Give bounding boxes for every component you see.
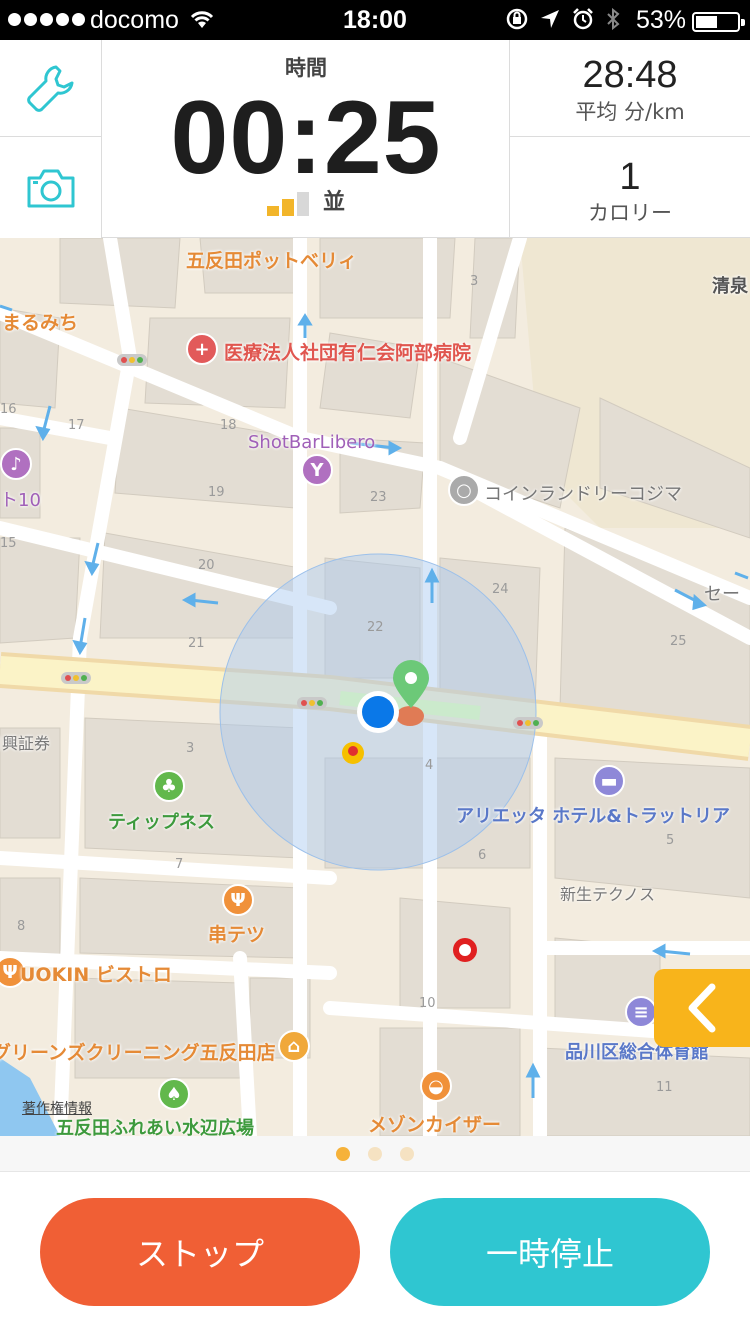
bar-icon[interactable]: Y — [301, 454, 333, 486]
battery-icon — [692, 12, 745, 32]
gps-signal-bar — [296, 192, 309, 216]
map-label: アリエッタ ホテル&トラットリア — [456, 806, 730, 827]
restaurant-icon[interactable]: Ψ — [222, 884, 254, 916]
battery-percent: 53% — [636, 6, 687, 34]
map-label: 新生テクノス — [560, 885, 656, 904]
block-number: 15 — [0, 536, 17, 551]
average-pace-value: 28:48 — [582, 54, 678, 96]
block-number: 23 — [370, 490, 387, 505]
hotel-icon[interactable]: ▬ — [593, 765, 625, 797]
average-pace-panel: 28:48 平均 分/km — [510, 40, 750, 137]
map-label: 五反田ポットベリィ — [186, 250, 358, 272]
settings-button[interactable] — [0, 40, 102, 137]
calories-panel: 1 カロリー — [510, 137, 750, 238]
map-label: 医療法人社団有仁会阿部病院 — [224, 342, 472, 364]
block-number: 11 — [656, 1080, 673, 1095]
calories-label: カロリー — [588, 201, 672, 225]
wrench-icon — [26, 65, 73, 112]
gps-signal-bar — [266, 206, 279, 216]
gps-signal-bars-icon — [266, 190, 309, 216]
status-icons — [505, 7, 621, 31]
block-number: 10 — [419, 996, 436, 1011]
camera-icon — [27, 169, 74, 207]
alarm-icon — [573, 8, 593, 30]
gym-icon[interactable]: ≡ — [625, 996, 657, 1028]
block-number: 18 — [220, 418, 237, 433]
map-label: UOKIN ビストロ — [20, 964, 172, 986]
gps-signal-label: 並 — [322, 190, 345, 215]
map-label: コインランドリーコジマ — [484, 484, 682, 505]
status-bar: docomo 18:00 53% — [0, 0, 750, 40]
karaoke-icon[interactable]: ♪ — [0, 448, 32, 480]
elapsed-time-panel: 時間 00:25 並 — [102, 40, 510, 238]
pause-button[interactable]: 一時停止 — [390, 1198, 710, 1306]
page-indicator[interactable] — [0, 1136, 750, 1172]
block-number: 8 — [17, 919, 26, 934]
block-number: 6 — [478, 848, 487, 863]
open-panel-tab[interactable] — [654, 969, 750, 1047]
stop-button[interactable]: ストップ — [40, 1198, 360, 1306]
map-label: ティップネス — [108, 812, 215, 833]
park-icon[interactable]: ♠ — [158, 1078, 190, 1110]
gps-signal-indicator: 並 — [102, 190, 510, 216]
camera-button[interactable] — [0, 137, 102, 238]
hospital-icon[interactable]: + — [186, 333, 218, 365]
block-number: 24 — [492, 582, 509, 597]
page-dot[interactable] — [336, 1146, 350, 1161]
average-pace-label: 平均 分/km — [575, 100, 685, 124]
block-number: 16 — [0, 402, 17, 417]
map-label: メゾンカイザー — [368, 1114, 502, 1136]
bluetooth-icon — [607, 7, 620, 31]
map-label: 清泉 — [712, 276, 748, 297]
map-label: まるみち — [2, 312, 79, 334]
block-number: 7 — [175, 857, 184, 872]
workout-screen: docomo 18:00 53% 時間 00:25 並 28:48 平均 分/k… — [0, 0, 750, 1334]
map-label: 日興証券 — [0, 734, 51, 753]
route-map[interactable]: + Y ♪ ○ ♣ ▬ Ψ Ψ ⌂ ≡ ♠ ◒ 五反田ポットベリィ まるみち 医… — [0, 238, 750, 1136]
block-number: 4 — [425, 758, 434, 773]
block-number: 20 — [198, 558, 215, 573]
calories-value: 1 — [619, 156, 641, 198]
laundry-hanger-icon[interactable]: ⌂ — [278, 1030, 310, 1062]
block-number: 5 — [666, 833, 675, 848]
block-number: 3 — [470, 274, 479, 289]
elapsed-time-value: 00:25 — [170, 80, 442, 196]
block-number: 25 — [670, 634, 687, 649]
map-label: グリーンズクリーニング五反田店 — [0, 1042, 276, 1064]
map-label: セー — [704, 584, 740, 605]
block-number: 3 — [186, 741, 195, 756]
map-label: 串テツ — [208, 924, 266, 946]
fitness-icon[interactable]: ♣ — [153, 770, 185, 802]
block-number: 22 — [367, 620, 384, 635]
map-label: ト10 — [0, 490, 41, 511]
block-number: 19 — [208, 485, 225, 500]
map-label: 五反田ふれあい水辺広場 — [56, 1118, 254, 1136]
gps-signal-bar — [281, 199, 294, 216]
rotation-lock-icon — [506, 8, 528, 30]
map-label: ShotBarLibero — [248, 432, 376, 453]
laundry-icon[interactable]: ○ — [448, 474, 480, 506]
location-arrow-icon — [541, 10, 559, 28]
chevron-left-icon — [688, 983, 716, 1033]
page-dot[interactable] — [368, 1146, 382, 1161]
block-number: 17 — [68, 418, 85, 433]
bakery-icon[interactable]: ◒ — [420, 1070, 452, 1102]
workout-stats-header: 時間 00:25 並 28:48 平均 分/km 1 カロリー — [0, 40, 750, 238]
page-dot[interactable] — [400, 1146, 414, 1161]
block-number: 21 — [188, 636, 205, 651]
